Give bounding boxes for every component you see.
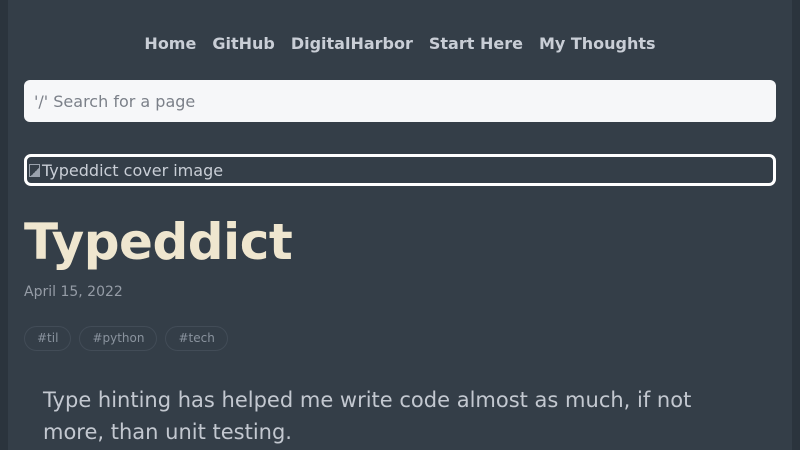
nav-link-start-here[interactable]: Start Here xyxy=(429,33,523,55)
top-nav: Home GitHub DigitalHarbor Start Here My … xyxy=(8,33,792,55)
nav-link-home[interactable]: Home xyxy=(144,33,196,55)
nav-link-my-thoughts[interactable]: My Thoughts xyxy=(539,33,656,55)
post-intro-paragraph: Type hinting has helped me write code al… xyxy=(43,388,692,444)
tag-python[interactable]: #python xyxy=(79,326,158,351)
post-date: April 15, 2022 xyxy=(24,284,123,300)
cover-image-alt-text: Typeddict cover image xyxy=(42,160,224,180)
tag-list: #til #python #tech xyxy=(24,326,228,351)
nav-link-digitalharbor[interactable]: DigitalHarbor xyxy=(291,33,413,55)
post-title: Typeddict xyxy=(24,213,293,271)
cover-image: Typeddict cover image xyxy=(24,154,776,186)
search-input[interactable] xyxy=(24,80,776,122)
broken-image-icon xyxy=(29,163,40,177)
nav-link-github[interactable]: GitHub xyxy=(212,33,275,55)
page-container: Home GitHub DigitalHarbor Start Here My … xyxy=(8,0,792,450)
tag-tech[interactable]: #tech xyxy=(165,326,228,351)
tag-til[interactable]: #til xyxy=(24,326,72,351)
